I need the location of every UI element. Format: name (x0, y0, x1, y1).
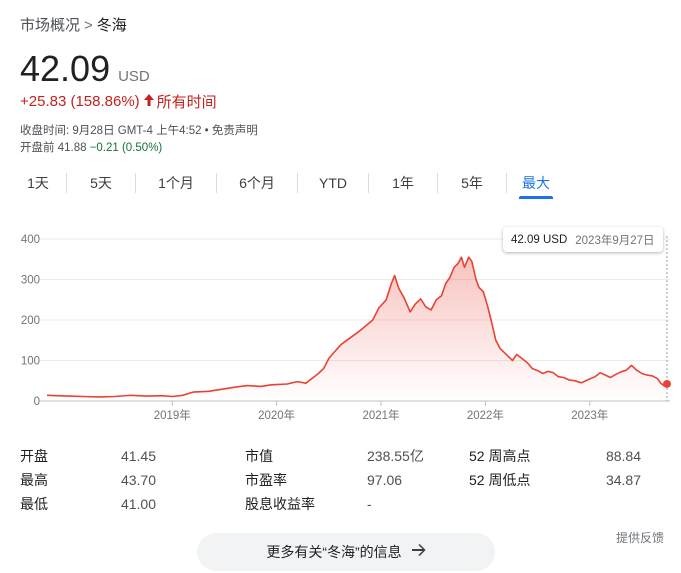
stat-value: 97.06 (367, 472, 403, 488)
stats-column-1: 开盘 41.45 最高 43.70 最低 41.00 (20, 444, 156, 516)
stat-label: 股息收益率 (245, 496, 315, 512)
stats-column-3: 52 周高点 88.84 52 周低点 34.87 (469, 444, 641, 492)
stat-label: 最高 (20, 472, 48, 488)
tab-divider (437, 173, 438, 193)
premarket-change: −0.21 (0.50%) (89, 142, 163, 154)
tab-divider (297, 173, 298, 193)
y-tick-label: 400 (21, 234, 40, 246)
stat-value: 41.00 (120, 496, 156, 512)
y-tick-label: 200 (21, 315, 40, 327)
tooltip-date: 2023年9月27日 (575, 234, 655, 247)
breadcrumb-market-link[interactable]: 市场概况 (20, 17, 80, 34)
stat-label: 52 周低点 (469, 472, 531, 488)
stat-row: 市盈率 97.06 (245, 468, 425, 492)
tab-max[interactable]: 最大 (519, 171, 553, 199)
breadcrumb-current: 冬海 (96, 17, 127, 34)
disclaimer-link[interactable]: 免责声明 (212, 125, 258, 137)
tab-5y[interactable]: 5年 (456, 171, 488, 195)
close-info: 收盘时间: 9月28日 GMT-4 上午4:52 • 免责声明 (20, 122, 258, 138)
stat-row: 52 周高点 88.84 (469, 444, 641, 468)
more-info-button[interactable]: 更多有关“冬海”的信息 (197, 533, 495, 571)
tab-ytd[interactable]: YTD (316, 173, 350, 193)
close-time: 收盘时间: 9月28日 GMT-4 上午4:52 • (20, 125, 212, 137)
price-chart[interactable]: 400 300 200 100 0 2019年 2020年 2021年 2022年 2023年 (0, 222, 681, 432)
y-tick-label: 300 (21, 275, 40, 287)
tab-6m[interactable]: 6个月 (235, 171, 279, 195)
premarket-info: 开盘前 41.88 −0.21 (0.50%) (20, 139, 162, 155)
x-tick-label: 2023年 (571, 408, 608, 422)
change-period: 所有时间 (156, 94, 217, 111)
x-tick-label: 2020年 (258, 408, 295, 422)
range-tabs: 1天 5天 1个月 6个月 YTD 1年 5年 最大 (20, 170, 660, 199)
feedback-link[interactable]: 提供反馈 (616, 529, 664, 546)
tab-divider (135, 173, 136, 193)
tab-divider (368, 173, 369, 193)
tab-5d[interactable]: 5天 (85, 171, 117, 195)
x-tick-label: 2019年 (154, 408, 191, 422)
stock-price: 42.09 (20, 48, 111, 89)
tab-divider (216, 173, 217, 193)
stat-row: 股息收益率 - (245, 492, 425, 516)
tab-divider (506, 173, 507, 193)
stats-column-2: 市值 238.55亿 市盈率 97.06 股息收益率 - (245, 444, 425, 516)
premarket-label: 开盘前 (20, 142, 55, 154)
price-change-row: +25.83 (158.86%) 所有时间 (20, 91, 217, 112)
stat-row: 开盘 41.45 (20, 444, 156, 468)
stat-row: 市值 238.55亿 (245, 444, 425, 468)
y-tick-label: 0 (34, 396, 40, 408)
stat-label: 市盈率 (245, 472, 287, 488)
breadcrumb: 市场概况 > 冬海 (20, 14, 127, 35)
breadcrumb-separator: > (84, 17, 93, 34)
arrow-right-icon (411, 543, 426, 561)
x-tick-label: 2021年 (362, 408, 399, 422)
chart-tooltip: 42.09 USD 2023年9月27日 (503, 227, 663, 252)
price-row: 42.09 USD (20, 48, 150, 90)
stat-value: 34.87 (605, 472, 641, 488)
tab-1m[interactable]: 1个月 (154, 171, 198, 195)
stat-value: 43.70 (120, 472, 156, 488)
more-info-label: 更多有关“冬海”的信息 (266, 544, 402, 560)
stat-label: 市值 (245, 448, 273, 464)
stat-row: 最高 43.70 (20, 468, 156, 492)
price-change: +25.83 (158.86%) (20, 93, 140, 110)
chart-area (47, 257, 667, 401)
stat-row: 52 周低点 34.87 (469, 468, 641, 492)
stat-label: 最低 (20, 496, 48, 512)
x-tick-label: 2022年 (467, 408, 504, 422)
chart-last-point (663, 379, 671, 388)
tab-1d[interactable]: 1天 (20, 171, 56, 195)
premarket-price: 41.88 (57, 142, 87, 154)
stat-value: 88.84 (605, 448, 641, 464)
stat-value: - (367, 496, 372, 512)
tab-divider (66, 173, 67, 193)
stat-label: 52 周高点 (469, 448, 531, 464)
stat-value: 41.45 (120, 448, 156, 464)
stat-label: 开盘 (20, 448, 48, 464)
y-tick-label: 100 (21, 356, 40, 368)
stat-value: 238.55亿 (367, 448, 424, 464)
tab-1y[interactable]: 1年 (387, 171, 419, 195)
arrow-up-icon (143, 94, 154, 109)
tooltip-price: 42.09 USD (511, 233, 568, 246)
currency: USD (118, 68, 150, 85)
stat-row: 最低 41.00 (20, 492, 156, 516)
